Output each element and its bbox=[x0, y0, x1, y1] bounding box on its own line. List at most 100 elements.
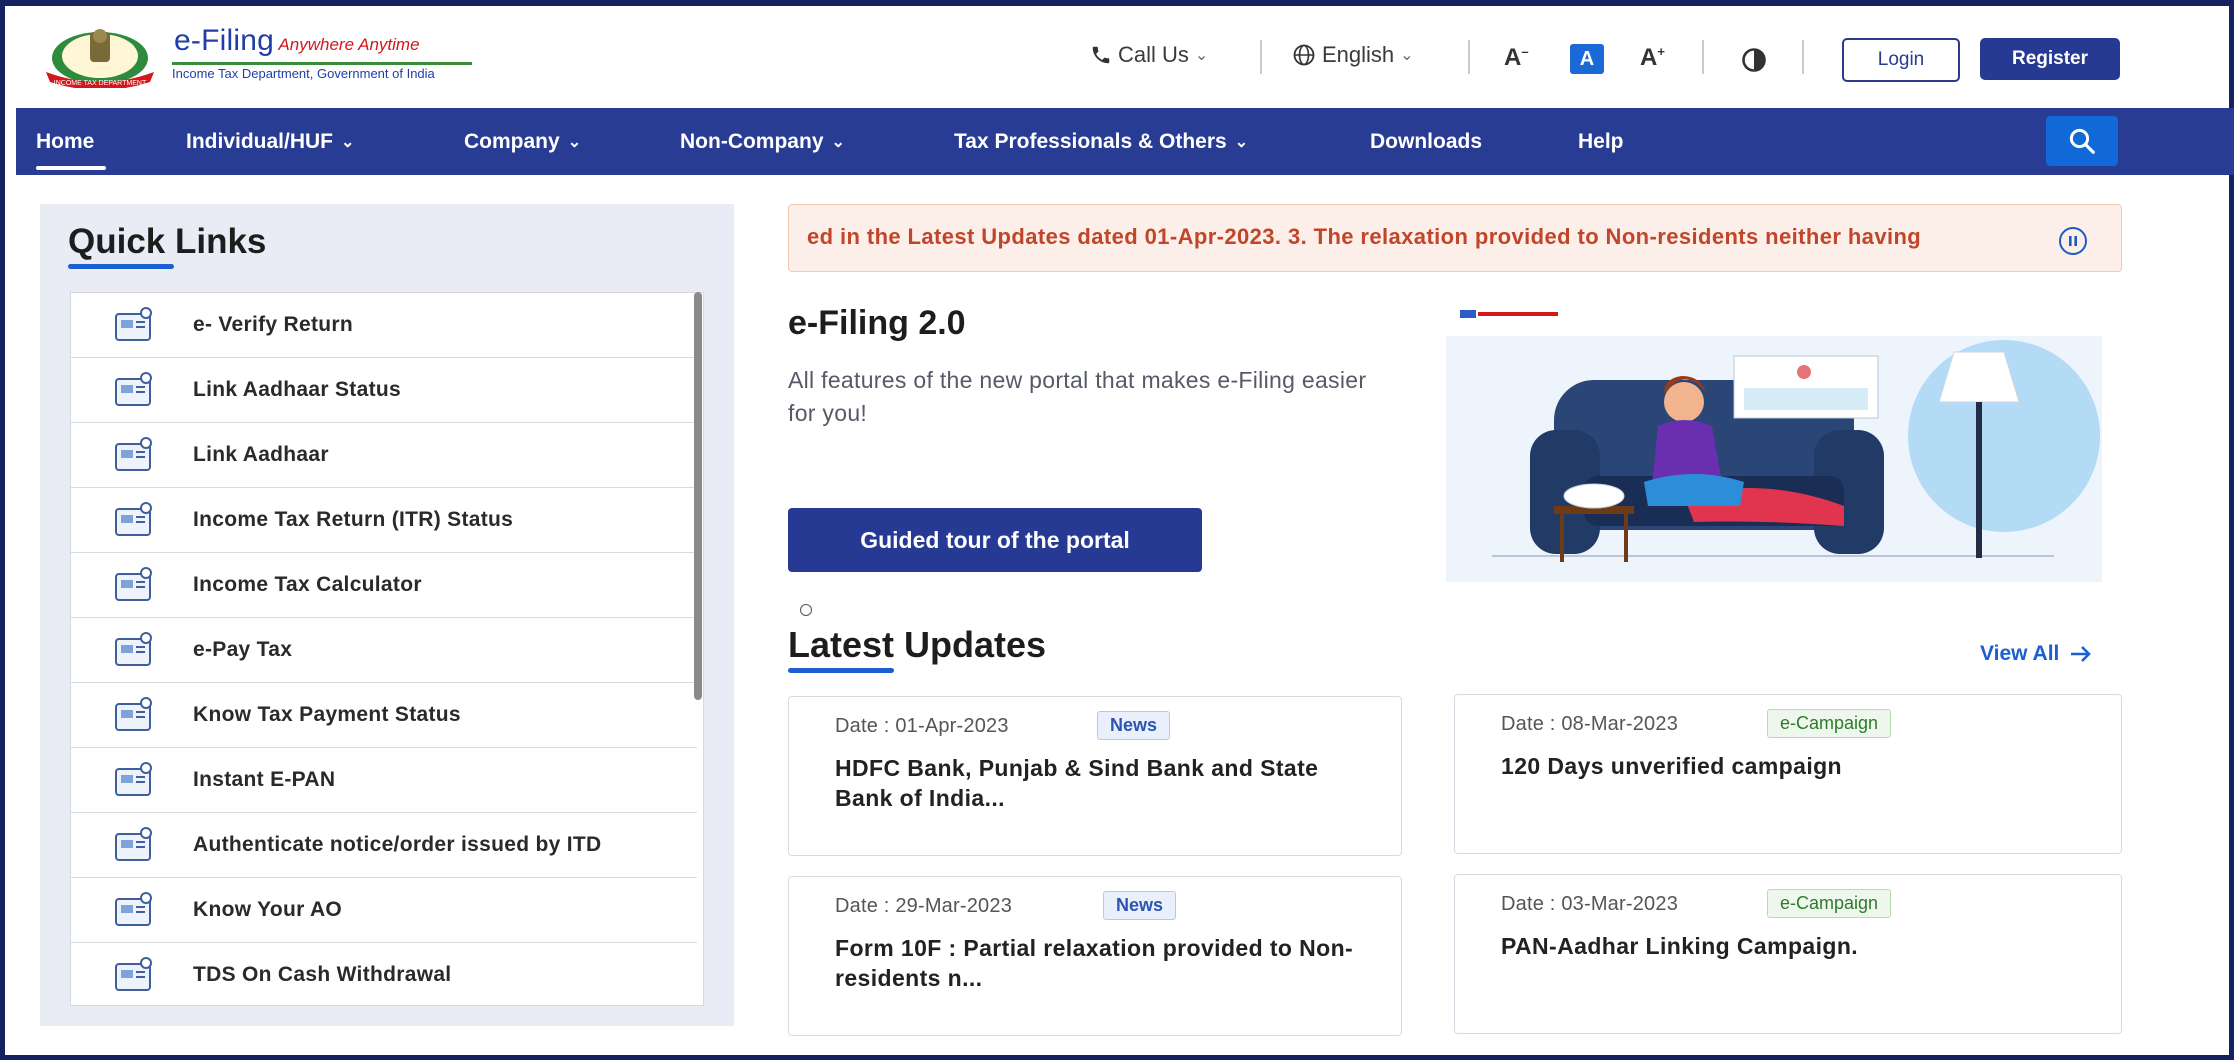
quick-link-label: Instant E-PAN bbox=[193, 768, 336, 791]
calculator-icon bbox=[103, 564, 163, 606]
globe-icon bbox=[1293, 44, 1315, 66]
nav-tax-professionals[interactable]: Tax Professionals & Others ⌄ bbox=[954, 108, 1248, 175]
update-card[interactable]: Date : 29-Mar-2023 News Form 10F : Parti… bbox=[788, 876, 1402, 1036]
nav-non-company[interactable]: Non-Company ⌄ bbox=[680, 108, 845, 175]
arrow-right-icon bbox=[2071, 646, 2092, 662]
quick-link-item[interactable]: e-Pay Tax bbox=[71, 618, 697, 683]
phone-icon bbox=[1092, 46, 1110, 64]
divider bbox=[1702, 40, 1704, 74]
font-decrease-button[interactable]: A– bbox=[1504, 44, 1529, 72]
quick-links-list: e- Verify Return Link Aadhaar Status Link … bbox=[70, 292, 704, 1006]
quick-link-label: Authenticate notice/order issued by ITD bbox=[193, 833, 602, 856]
search-icon bbox=[2069, 128, 2095, 154]
quick-link-item[interactable]: TDS On Cash Withdrawal bbox=[71, 943, 697, 1005]
verify-return-icon bbox=[103, 304, 163, 346]
badge-news: News bbox=[1097, 711, 1171, 740]
register-button[interactable]: Register bbox=[1980, 38, 2120, 80]
search-button[interactable] bbox=[2046, 116, 2118, 166]
site-logo[interactable]: INCOME TAX DEPARTMENT e-Filing Anywhere … bbox=[38, 22, 478, 88]
quick-link-item[interactable]: Instant E-PAN bbox=[71, 748, 697, 813]
hero-title: e-Filing 2.0 bbox=[788, 304, 966, 342]
update-date: Date : 03-Mar-2023 bbox=[1501, 893, 1679, 915]
quick-links-underline bbox=[68, 264, 174, 269]
latest-updates-underline bbox=[788, 668, 894, 673]
authenticate-icon bbox=[103, 824, 163, 866]
divider bbox=[1260, 40, 1262, 74]
quick-links-title: Quick Links bbox=[68, 222, 267, 261]
quick-link-label: TDS On Cash Withdrawal bbox=[193, 963, 452, 986]
chevron-down-icon: ⌄ bbox=[1234, 133, 1249, 151]
language-dropdown[interactable]: English ⌄ bbox=[1292, 42, 1414, 68]
nav-company[interactable]: Company ⌄ bbox=[464, 108, 581, 175]
latest-updates-title: Latest Updates bbox=[788, 624, 1047, 665]
language-label: English bbox=[1322, 42, 1395, 67]
news-ticker: ed in the Latest Updates dated 01-Apr-20… bbox=[788, 204, 2122, 272]
quick-link-item[interactable]: Know Your AO bbox=[71, 878, 697, 943]
link-aadhaar-icon bbox=[103, 434, 163, 476]
hero-description: All features of the new portal that make… bbox=[788, 367, 1367, 426]
chevron-down-icon: ⌄ bbox=[1400, 47, 1414, 64]
badge-news: News bbox=[1103, 891, 1177, 920]
nav-downloads[interactable]: Downloads bbox=[1370, 108, 1482, 175]
chevron-down-icon: ⌄ bbox=[1194, 47, 1209, 64]
badge-campaign: e-Campaign bbox=[1767, 889, 1892, 918]
logo-tagline: Anywhere Anytime bbox=[278, 35, 420, 54]
call-us-label: Call Us bbox=[1118, 42, 1189, 67]
pause-button[interactable] bbox=[2059, 227, 2087, 255]
nav-active-indicator bbox=[36, 166, 106, 170]
pause-icon bbox=[2069, 236, 2077, 246]
nav-help[interactable]: Help bbox=[1578, 108, 1624, 175]
nav-individual-huf[interactable]: Individual/HUF ⌄ bbox=[186, 108, 354, 175]
contrast-icon[interactable] bbox=[1740, 46, 1768, 74]
badge-campaign: e-Campaign bbox=[1767, 709, 1892, 738]
quick-link-item[interactable]: Income Tax Calculator bbox=[71, 553, 697, 618]
guided-tour-button[interactable]: Guided tour of the portal bbox=[788, 508, 1202, 572]
login-button[interactable]: Login bbox=[1842, 38, 1960, 82]
update-text: 120 Days unverified campaign bbox=[1501, 753, 1843, 779]
update-text: Form 10F : Partial relaxation provided t… bbox=[835, 935, 1354, 991]
font-normal-button[interactable]: A bbox=[1570, 44, 1604, 74]
quick-link-label: Link Aadhaar Status bbox=[193, 378, 401, 401]
svg-text:INCOME TAX DEPARTMENT: INCOME TAX DEPARTMENT bbox=[54, 80, 147, 87]
know-ao-icon bbox=[103, 889, 163, 931]
quick-link-label: e- Verify Return bbox=[193, 313, 354, 336]
update-text: HDFC Bank, Punjab & Sind Bank and State … bbox=[835, 755, 1319, 811]
hero-illustration bbox=[1446, 310, 2102, 582]
divider bbox=[1802, 40, 1804, 74]
divider bbox=[1468, 40, 1470, 74]
pay-tax-icon bbox=[103, 629, 163, 671]
call-us-dropdown[interactable]: Call Us ⌄ bbox=[1090, 42, 1208, 68]
update-date: Date : 29-Mar-2023 bbox=[835, 895, 1013, 917]
quick-link-item[interactable]: Link Aadhaar bbox=[71, 423, 697, 488]
quick-link-item[interactable]: Income Tax Return (ITR) Status bbox=[71, 488, 697, 553]
logo-underline bbox=[172, 62, 472, 65]
quick-links-scrollbar[interactable] bbox=[694, 292, 702, 700]
quick-link-label: e-Pay Tax bbox=[193, 638, 293, 661]
update-card[interactable]: Date : 08-Mar-2023 e-Campaign 120 Days u… bbox=[1454, 694, 2122, 854]
quick-link-label: Know Your AO bbox=[193, 898, 343, 921]
quick-link-item[interactable]: e- Verify Return bbox=[71, 293, 697, 358]
nav-home[interactable]: Home bbox=[36, 108, 94, 175]
update-date: Date : 01-Apr-2023 bbox=[835, 715, 1009, 737]
payment-status-icon bbox=[103, 694, 163, 736]
quick-link-item[interactable]: Know Tax Payment Status bbox=[71, 683, 697, 748]
quick-link-item[interactable]: Authenticate notice/order issued by ITD bbox=[71, 813, 697, 878]
logo-subtitle: Income Tax Department, Government of Ind… bbox=[172, 66, 435, 81]
carousel-dot[interactable] bbox=[800, 604, 812, 616]
quick-link-label: Income Tax Return (ITR) Status bbox=[193, 508, 514, 531]
view-all-link[interactable]: View All bbox=[1980, 642, 2093, 666]
quick-link-label: Income Tax Calculator bbox=[193, 573, 422, 596]
update-card[interactable]: Date : 03-Mar-2023 e-Campaign PAN-Aadhar… bbox=[1454, 874, 2122, 1034]
chevron-down-icon: ⌄ bbox=[567, 133, 582, 151]
quick-link-item[interactable]: Link Aadhaar Status bbox=[71, 358, 697, 423]
emblem-icon: INCOME TAX DEPARTMENT bbox=[46, 29, 154, 88]
update-text: PAN-Aadhar Linking Campaign. bbox=[1501, 933, 1859, 959]
aadhaar-status-icon bbox=[103, 369, 163, 411]
update-date: Date : 08-Mar-2023 bbox=[1501, 713, 1679, 735]
quick-link-label: Know Tax Payment Status bbox=[193, 703, 461, 726]
font-increase-button[interactable]: A+ bbox=[1640, 44, 1665, 72]
quick-link-label: Link Aadhaar bbox=[193, 443, 329, 466]
update-card[interactable]: Date : 01-Apr-2023 News HDFC Bank, Punja… bbox=[788, 696, 1402, 856]
chevron-down-icon: ⌄ bbox=[831, 133, 845, 151]
logo-title: e-Filing bbox=[174, 24, 274, 57]
